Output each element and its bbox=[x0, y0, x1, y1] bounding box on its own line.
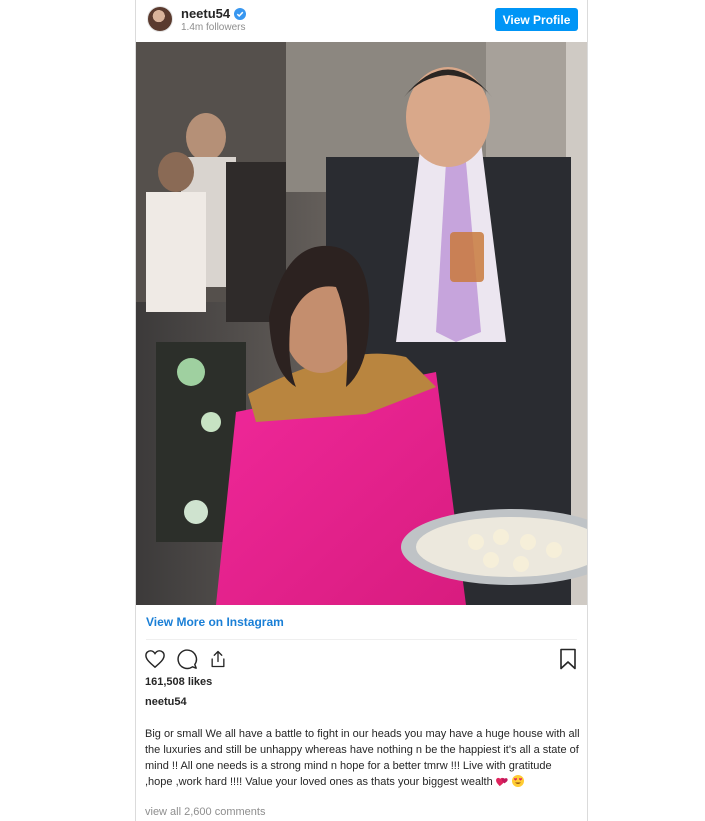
hearts-emoji-icon bbox=[495, 776, 509, 792]
instagram-embed-card: neetu54 1.4m followers View Profile View… bbox=[135, 0, 588, 821]
caption-username[interactable]: neetu54 bbox=[145, 696, 187, 708]
username-row[interactable]: neetu54 bbox=[181, 6, 247, 21]
post-caption: Big or small We all have a battle to fig… bbox=[145, 726, 581, 792]
heart-icon[interactable] bbox=[144, 649, 166, 669]
comment-icon[interactable] bbox=[176, 648, 198, 670]
follower-count: 1.4m followers bbox=[181, 22, 246, 33]
like-count[interactable]: 161,508 likes bbox=[145, 676, 212, 688]
share-icon[interactable] bbox=[208, 649, 228, 669]
view-more-on-instagram-link[interactable]: View More on Instagram bbox=[146, 615, 284, 629]
view-all-comments-link[interactable]: view all 2,600 comments bbox=[145, 806, 265, 818]
verified-badge-icon bbox=[234, 7, 247, 20]
view-profile-button[interactable]: View Profile bbox=[495, 8, 578, 31]
avatar[interactable] bbox=[147, 6, 173, 32]
bookmark-icon[interactable] bbox=[559, 648, 577, 675]
post-photo[interactable] bbox=[136, 42, 587, 605]
post-header: neetu54 1.4m followers View Profile bbox=[136, 0, 587, 42]
username[interactable]: neetu54 bbox=[181, 6, 230, 21]
action-bar bbox=[144, 648, 228, 670]
heart-eyes-emoji-icon bbox=[511, 775, 524, 792]
divider bbox=[146, 639, 577, 640]
